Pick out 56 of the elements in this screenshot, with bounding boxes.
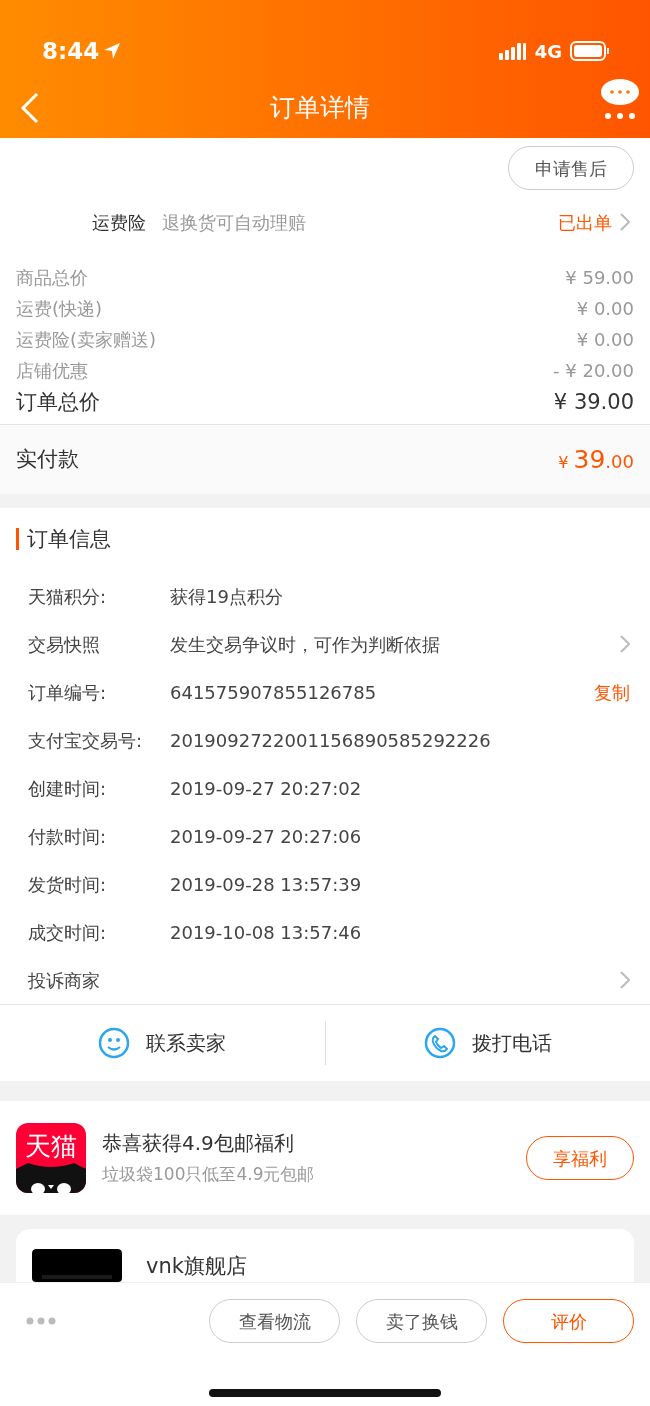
network-label: 4G <box>534 39 562 64</box>
price-label: 店铺优惠 <box>16 359 88 383</box>
more-icon[interactable] <box>26 1317 56 1325</box>
location-arrow-icon <box>103 42 122 60</box>
price-label: 运费(快递) <box>16 297 103 321</box>
info-label: 交易快照 <box>28 632 101 657</box>
info-value: 获得19点积分 <box>170 584 284 609</box>
info-value: 641575907855126785 <box>170 680 378 705</box>
chevron-icon <box>620 213 630 231</box>
action-button[interactable]: 查看物流 <box>209 1299 340 1343</box>
info-value: 2019092722001156890585292226 <box>170 728 492 753</box>
info-label: 付款时间: <box>28 824 108 849</box>
signal-icon <box>498 42 527 60</box>
info-value: 2019-09-27 20:27:06 <box>170 824 363 849</box>
contact-link[interactable]: 联系卖家 <box>146 1028 227 1058</box>
after-sale-button[interactable]: 申请售后 <box>508 146 634 190</box>
info-label: 天猫积分: <box>28 584 108 609</box>
info-label: 创建时间: <box>28 776 108 801</box>
info-label: 订单编号: <box>28 680 108 705</box>
message-icon[interactable] <box>600 78 640 120</box>
chevron-icon <box>620 635 630 653</box>
info-value: 发生交易争议时，可作为判断依据 <box>170 632 441 657</box>
price-label: 订单总价 <box>16 389 100 417</box>
cat-face-icon <box>16 1163 86 1193</box>
info-label: 支付宝交易号: <box>28 728 144 753</box>
price-label: 运费险(卖家赠送) <box>16 328 157 352</box>
info-value: 2019-10-08 13:57:46 <box>170 920 363 945</box>
store-name: vnk旗舰店 <box>146 1253 247 1280</box>
price-value: ¥ 0.00 <box>576 297 634 321</box>
info-value: 2019-09-27 20:27:02 <box>170 776 363 801</box>
section-title: 订单信息 <box>16 528 634 550</box>
promo-title: 恭喜获得4.9包邮福利 <box>102 1130 295 1158</box>
page-title: 订单详情 <box>270 92 370 125</box>
insurance-label: 运费险 <box>92 210 146 235</box>
price-value: ¥ 39.00 <box>553 389 634 417</box>
insurance-description: 退换货可自动理赔 <box>162 210 306 235</box>
action-button[interactable]: 卖了换钱 <box>356 1299 487 1343</box>
info-label: 成交时间: <box>28 920 108 945</box>
paid-label: 实付款 <box>16 445 79 473</box>
info-value: 2019-09-28 13:57:39 <box>170 872 363 897</box>
price-label: 商品总价 <box>16 266 88 290</box>
promo-subtitle: 垃圾袋100只低至4.9元包邮 <box>102 1163 316 1187</box>
info-label: 投诉商家 <box>28 968 101 993</box>
battery-icon <box>570 41 610 61</box>
price-value: - ¥ 20.00 <box>553 359 634 383</box>
status-time: 8:44 <box>42 36 100 66</box>
paid-amount: ¥ 39.00 <box>558 443 634 476</box>
phone-icon <box>423 1027 456 1059</box>
price-value: ¥ 59.00 <box>565 266 634 290</box>
chevron-icon <box>620 971 630 989</box>
back-icon[interactable] <box>20 92 40 124</box>
smile-icon <box>98 1027 131 1059</box>
info-label: 发货时间: <box>28 872 108 897</box>
contact-link[interactable]: 拨打电话 <box>471 1028 552 1058</box>
tmall-logo-icon: 天猫 <box>16 1123 86 1193</box>
price-value: ¥ 0.00 <box>576 328 634 352</box>
